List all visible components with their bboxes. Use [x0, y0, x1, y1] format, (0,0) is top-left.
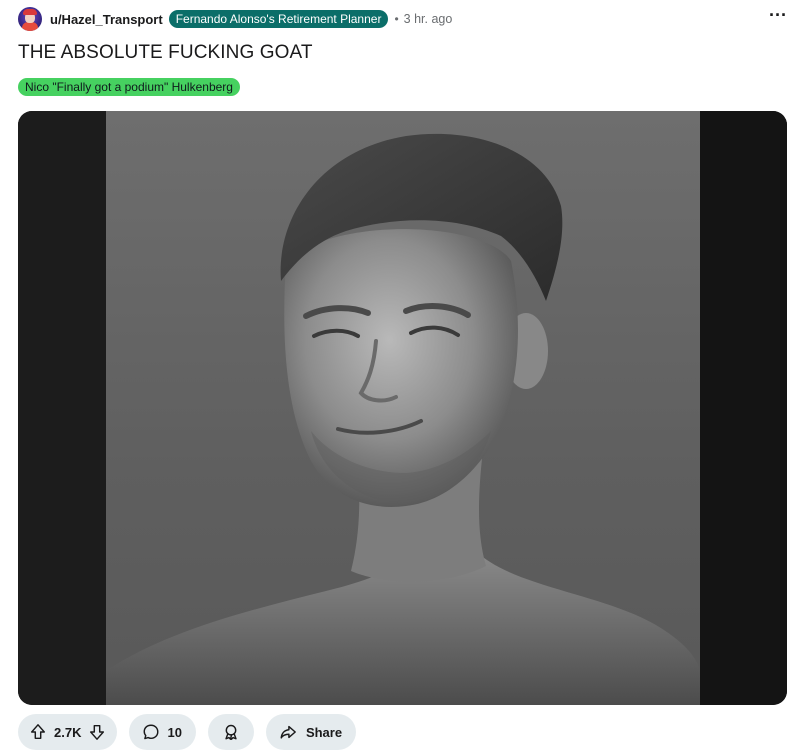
comment-count: 10	[167, 724, 182, 740]
avatar-body	[22, 22, 38, 31]
arrow-down-icon[interactable]	[87, 722, 107, 742]
post-timestamp[interactable]: 3 hr. ago	[404, 12, 453, 26]
comment-bubble-icon	[141, 722, 161, 742]
award-ribbon-icon	[221, 722, 241, 742]
vote-count: 2.7K	[54, 724, 82, 740]
more-options-icon[interactable]: ···	[769, 6, 787, 28]
share-arrow-icon	[278, 722, 298, 742]
comments-button[interactable]: 10	[129, 714, 196, 750]
media-letterbox-right	[700, 111, 787, 705]
vote-control: 2.7K	[18, 714, 118, 750]
portrait-illustration	[106, 133, 700, 705]
share-label: Share	[305, 724, 343, 740]
post-action-bar: 2.7K 10 Share	[18, 714, 357, 750]
avatar-hat	[23, 9, 37, 15]
user-avatar[interactable]	[18, 7, 42, 31]
username-link[interactable]: u/Hazel_Transport	[50, 12, 163, 27]
arrow-up-icon[interactable]	[28, 722, 48, 742]
share-button[interactable]: Share	[265, 714, 357, 750]
post-media[interactable]	[18, 111, 787, 705]
media-letterbox-left	[18, 111, 106, 705]
user-flair-badge: Fernando Alonso's Retirement Planner	[168, 10, 389, 28]
award-button[interactable]	[207, 714, 254, 750]
portrait-photo[interactable]	[106, 111, 700, 705]
post-header: u/Hazel_Transport Fernando Alonso's Reti…	[18, 6, 787, 32]
post-title[interactable]: THE ABSOLUTE FUCKING GOAT	[18, 42, 313, 64]
post-flair-badge[interactable]: Nico "Finally got a podium" Hulkenberg	[18, 78, 240, 96]
meta-separator: •	[394, 12, 399, 26]
